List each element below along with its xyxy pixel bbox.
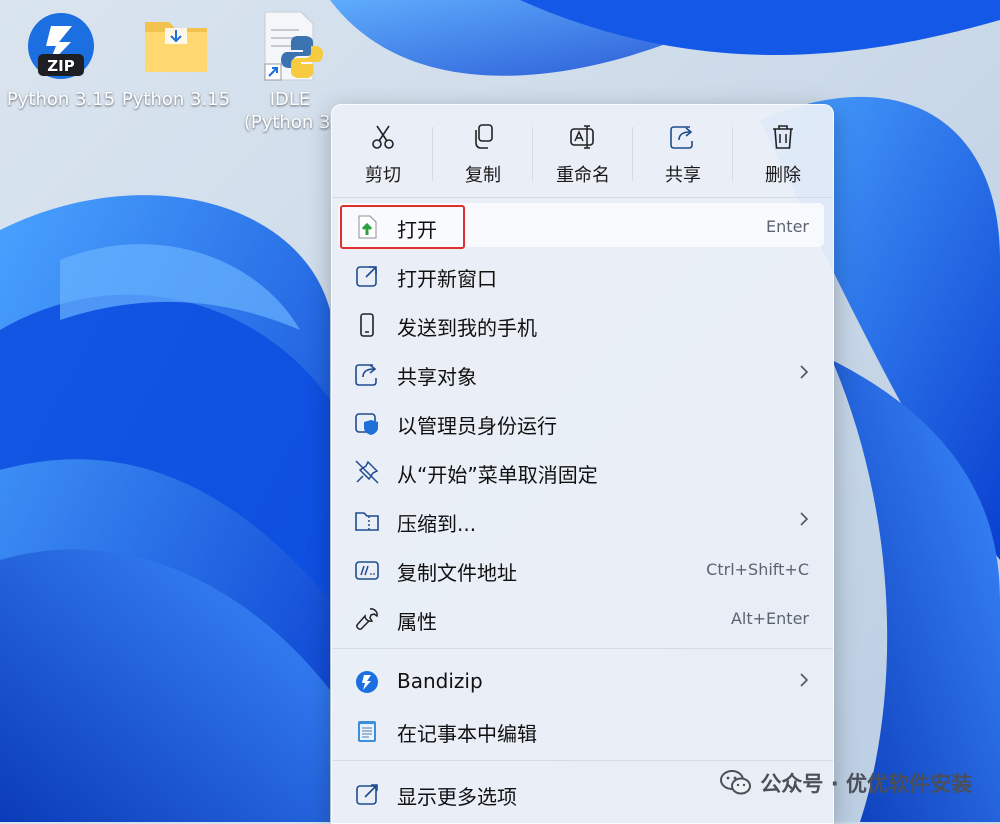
menu-item-open-new-window[interactable]: 打开新窗口	[332, 252, 833, 298]
copy-button[interactable]: 复制	[433, 117, 533, 189]
chevron-right-icon	[800, 673, 809, 687]
cut-button[interactable]: 剪切	[333, 117, 433, 189]
menu-item-unpin-from-start[interactable]: 从“开始”菜单取消固定	[332, 448, 833, 494]
menu-item-label: 发送到我的手机	[397, 316, 537, 340]
menu-item-properties[interactable]: 属性 Alt+Enter	[332, 595, 833, 641]
context-menu: 剪切 复制 重命名 共享 删除 打开 Enter 打开新窗口 发送到我的手机 共…	[331, 104, 834, 824]
chevron-right-icon	[800, 512, 809, 526]
bandizip-zip-icon: ZIP	[26, 8, 96, 84]
chevron-right-icon	[800, 365, 809, 379]
delete-button[interactable]: 删除	[733, 117, 833, 189]
menu-item-label: Bandizip	[397, 669, 483, 693]
share-label: 共享	[665, 165, 701, 186]
trash-icon	[773, 125, 793, 149]
menu-item-label: 属性	[397, 610, 437, 634]
copy-label: 复制	[465, 165, 501, 186]
menu-divider	[332, 648, 833, 649]
copy-path-icon	[355, 561, 379, 580]
python-shortcut-icon	[255, 8, 325, 84]
rename-button[interactable]: 重命名	[533, 117, 633, 189]
menu-item-label: 以管理员身份运行	[397, 414, 557, 438]
menu-item-label: 在记事本中编辑	[397, 722, 537, 746]
desktop-icon-label: Python 3.15	[6, 89, 116, 110]
desktop-icon-zip[interactable]: ZIP Python 3.15	[1, 8, 121, 111]
menu-divider	[332, 760, 833, 761]
copy-icon	[475, 124, 493, 149]
annotation-highlight-box	[340, 205, 465, 249]
bandizip-icon	[356, 671, 378, 693]
shortcut-hint: Enter	[766, 217, 809, 236]
shortcut-hint: Ctrl+Shift+C	[706, 560, 809, 579]
menu-divider	[332, 197, 833, 198]
cut-label: 剪切	[365, 165, 401, 186]
menu-item-run-as-admin[interactable]: 以管理员身份运行	[332, 399, 833, 445]
menu-item-send-to-phone[interactable]: 发送到我的手机	[332, 301, 833, 347]
menu-item-label: 复制文件地址	[397, 561, 517, 585]
shield-icon	[355, 413, 378, 435]
wrench-icon	[356, 608, 378, 630]
menu-item-compress-to[interactable]: 压缩到...	[332, 497, 833, 543]
menu-item-edit-in-notepad[interactable]: 在记事本中编辑	[332, 707, 833, 753]
wechat-icon	[720, 770, 752, 795]
menu-item-label: 压缩到...	[397, 512, 477, 536]
menu-item-share-with[interactable]: 共享对象	[332, 350, 833, 396]
menu-item-label: 显示更多选项	[397, 785, 517, 809]
rename-icon	[570, 125, 594, 149]
share-icon	[670, 126, 693, 149]
menu-item-open[interactable]: 打开 Enter	[332, 203, 833, 249]
wechat-watermark: 公众号 · 优优软件安装	[720, 768, 972, 798]
scissors-icon	[372, 125, 394, 149]
menu-item-label: 打开新窗口	[397, 267, 497, 291]
shortcut-hint: Alt+Enter	[730, 609, 809, 628]
context-menu-toolbar: 剪切 复制 重命名 共享 删除	[332, 105, 833, 197]
menu-item-label: 从“开始”菜单取消固定	[397, 463, 598, 487]
more-options-icon	[356, 784, 378, 805]
delete-label: 删除	[765, 165, 801, 186]
unpin-icon	[355, 460, 379, 484]
desktop-icon-label: Python 3.15	[121, 89, 231, 110]
share-button[interactable]: 共享	[633, 117, 733, 189]
menu-item-bandizip[interactable]: Bandizip	[332, 658, 833, 704]
folder-icon	[141, 8, 211, 84]
compress-icon	[355, 512, 379, 531]
svg-text:ZIP: ZIP	[47, 57, 74, 75]
notepad-icon	[358, 721, 376, 742]
share-icon	[355, 364, 377, 386]
rename-label: 重命名	[556, 165, 610, 186]
watermark-text: 公众号 · 优优软件安装	[760, 772, 972, 796]
menu-item-copy-as-path[interactable]: 复制文件地址 Ctrl+Shift+C	[332, 546, 833, 592]
desktop-icon-folder[interactable]: Python 3.15	[116, 8, 236, 111]
phone-icon	[360, 313, 374, 337]
open-new-window-icon	[356, 266, 377, 287]
menu-item-label: 共享对象	[397, 365, 477, 389]
